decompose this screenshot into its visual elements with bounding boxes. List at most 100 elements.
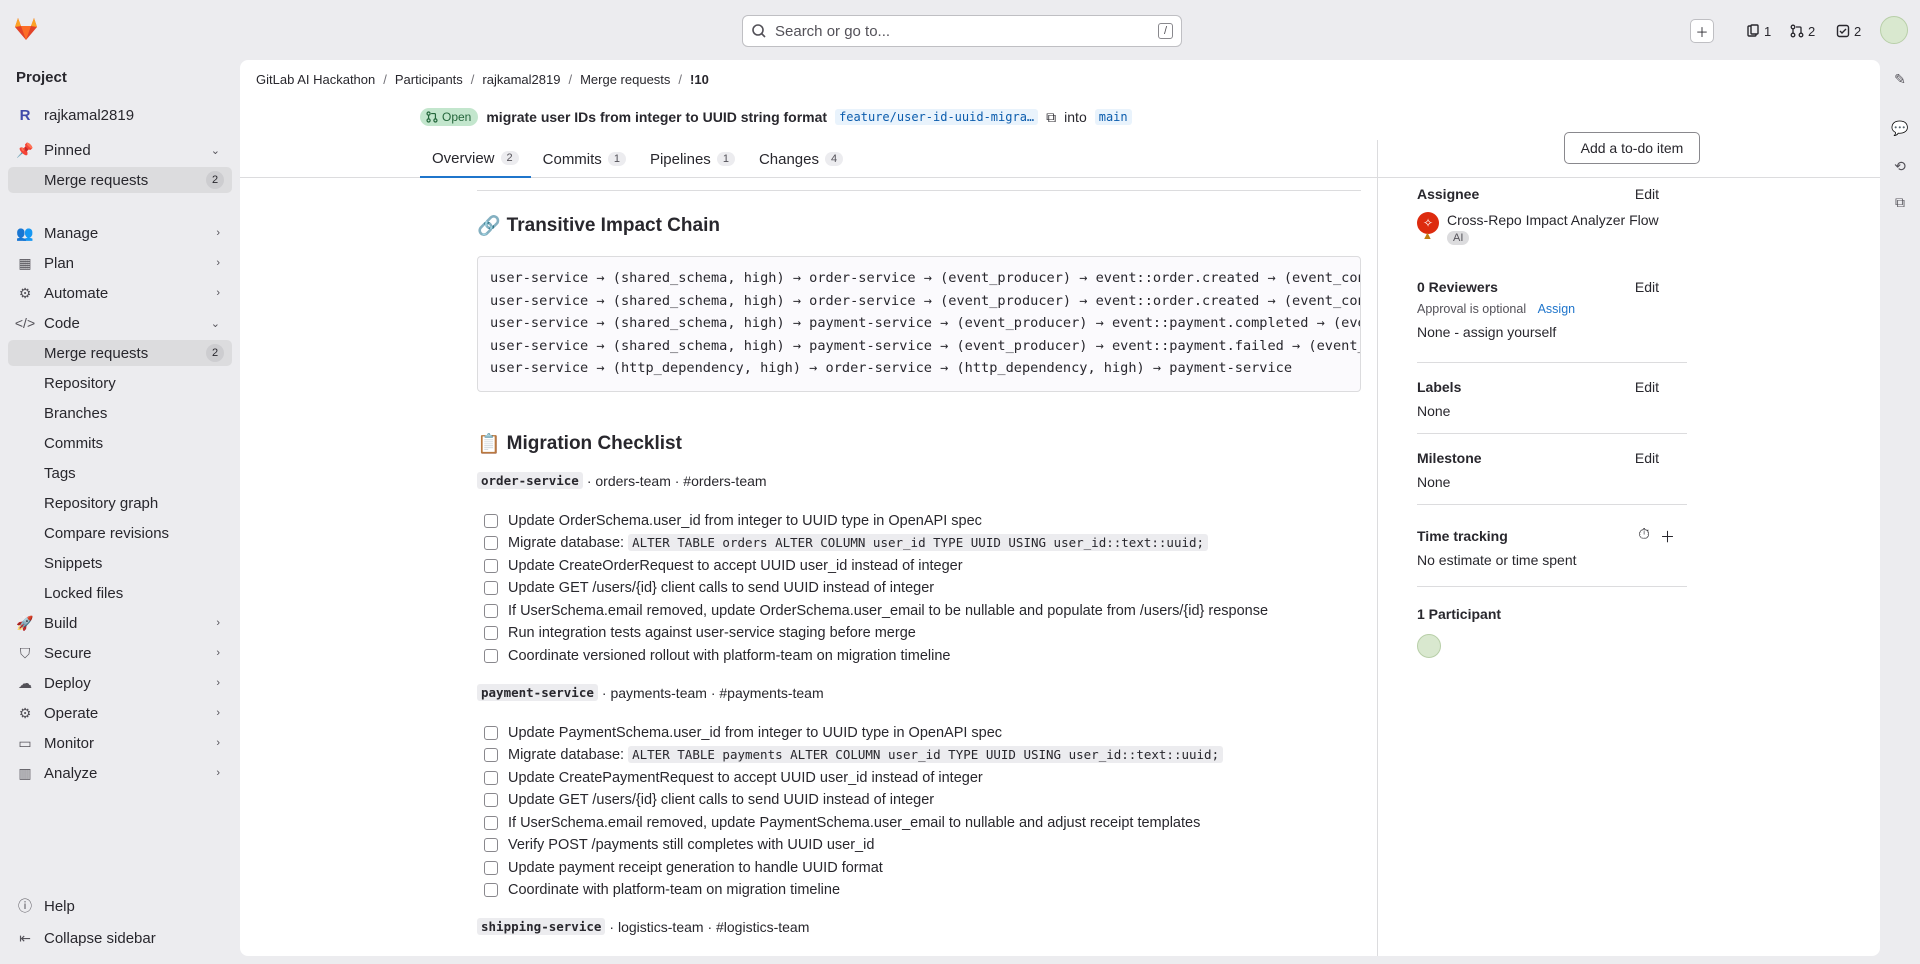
task-checkbox[interactable] — [484, 748, 498, 762]
task-checkbox[interactable] — [484, 726, 498, 740]
mr-tabs: Overview 2 Commits 1 Pipelines 1 Changes 4 — [420, 140, 855, 178]
sidebar-item-commits[interactable]: Commits — [8, 430, 232, 456]
tab-overview[interactable]: Overview 2 — [420, 140, 531, 178]
milestone-section: Milestone Edit None — [1417, 450, 1687, 490]
list-item: Update PaymentSchema.user_id from intege… — [484, 722, 1002, 744]
stopwatch-icon[interactable]: ⏱ — [1638, 526, 1650, 547]
sidebar-item-tags[interactable]: Tags — [8, 460, 232, 486]
todos-button[interactable]: 2 — [1836, 20, 1861, 42]
task-checkbox[interactable] — [484, 581, 498, 595]
sidebar-item-plan[interactable]: ▦ Plan › — [8, 250, 232, 276]
comment-icon[interactable]: 💬 — [1890, 118, 1910, 138]
mr-title: migrate user IDs from integer to UUID st… — [486, 109, 828, 125]
sidebar-item-label: Secure — [44, 644, 92, 662]
sidebar-item-automate[interactable]: ⚙ Automate › — [8, 280, 232, 306]
assign-reviewer-link[interactable]: Assign — [1538, 302, 1576, 316]
task-checkbox[interactable] — [484, 604, 498, 618]
sidebar-item-compare-revisions[interactable]: Compare revisions — [8, 520, 232, 546]
breadcrumb-item[interactable]: GitLab AI Hackathon — [256, 72, 375, 87]
task-checkbox[interactable] — [484, 838, 498, 852]
copy-icon[interactable]: ⧉ — [1046, 109, 1056, 126]
sidebar-pinned-merge-requests[interactable]: Merge requests 2 — [8, 167, 232, 193]
list-item: Coordinate versioned rollout with platfo… — [484, 645, 950, 667]
sidebar-item-branches[interactable]: Branches — [8, 400, 232, 426]
labels-edit-button[interactable]: Edit — [1635, 379, 1659, 395]
sidebar-count-badge: 2 — [206, 344, 224, 362]
breadcrumb-current[interactable]: !10 — [690, 72, 709, 87]
breadcrumb-item[interactable]: Merge requests — [580, 72, 670, 87]
merge-requests-button[interactable]: 2 — [1790, 20, 1815, 42]
link-icon: 🔗 — [477, 216, 501, 237]
sidebar-item-operate[interactable]: ⚙ Operate › — [8, 700, 232, 726]
task-checkbox[interactable] — [484, 626, 498, 640]
add-todo-button[interactable]: Add a to-do item — [1564, 132, 1700, 164]
pin-icon: 📌 — [16, 141, 34, 158]
sidebar-item-secure[interactable]: ⛉ Secure › — [8, 640, 232, 666]
add-time-icon[interactable]: ＋ — [1660, 526, 1675, 547]
task-text: If UserSchema.email removed, update Orde… — [508, 603, 1269, 619]
task-text: Run integration tests against user-servi… — [508, 625, 916, 641]
sidebar-item-snippets[interactable]: Snippets — [8, 550, 232, 576]
sidebar-item-manage[interactable]: 👥 Manage › — [8, 220, 232, 246]
sidebar-item-locked-files[interactable]: Locked files — [8, 580, 232, 606]
create-new-button[interactable]: ＋ — [1690, 19, 1714, 43]
task-checkbox[interactable] — [484, 816, 498, 830]
tab-pipelines[interactable]: Pipelines 1 — [638, 140, 747, 178]
chevron-right-icon: › — [216, 227, 220, 239]
calendar-icon: ▦ — [18, 254, 32, 271]
sidebar-item-analyze[interactable]: ▥ Analyze › — [8, 760, 232, 786]
duplicate-icon[interactable]: ⧉ — [1890, 192, 1910, 212]
sidebar-item-build[interactable]: 🚀 Build › — [8, 610, 232, 636]
chevron-right-icon: › — [216, 287, 220, 299]
participant-avatar[interactable] — [1417, 634, 1441, 658]
list-item: If UserSchema.email removed, update Paym… — [484, 812, 1200, 834]
breadcrumb-item[interactable]: rajkamal2819 — [482, 72, 560, 87]
chevron-down-icon: ⌄ — [210, 144, 220, 157]
tab-label: Commits — [542, 150, 602, 168]
edit-icon[interactable]: ✎ — [1890, 69, 1910, 89]
search-input[interactable]: Search or go to... / — [742, 15, 1182, 47]
rocket-icon: ⚙ — [18, 284, 32, 301]
reviewers-none[interactable]: None - assign yourself — [1417, 324, 1687, 340]
sidebar-project[interactable]: R rajkamal2819 — [8, 102, 232, 128]
history-icon[interactable]: ⟲ — [1890, 156, 1910, 176]
issues-button[interactable]: 1 — [1746, 20, 1771, 42]
sidebar-item-monitor[interactable]: ▭ Monitor › — [8, 730, 232, 756]
time-tracking-section: Time tracking ⏱ ＋ No estimate or time sp… — [1417, 526, 1687, 568]
assignee-name[interactable]: Cross-Repo Impact Analyzer Flow — [1447, 212, 1659, 228]
task-checkbox[interactable] — [484, 649, 498, 663]
service-team: · payments-team · #payments-team — [601, 684, 824, 701]
list-item: Update CreateOrderRequest to accept UUID… — [484, 555, 963, 577]
tab-commits[interactable]: Commits 1 — [531, 140, 638, 178]
source-branch[interactable]: feature/user-id-uuid-migra… — [835, 109, 1039, 125]
reviewers-section: 0 Reviewers Edit Approval is optional As… — [1417, 279, 1687, 340]
assignee-edit-button[interactable]: Edit — [1635, 186, 1659, 202]
task-code: ALTER TABLE payments ALTER COLUMN user_i… — [628, 746, 1224, 763]
tab-changes[interactable]: Changes 4 — [747, 140, 855, 178]
breadcrumb-item[interactable]: Participants — [395, 72, 463, 87]
collapse-sidebar-button[interactable]: ⇤ Collapse sidebar — [8, 925, 232, 951]
task-checkbox[interactable] — [484, 861, 498, 875]
help-link[interactable]: ⓘ Help — [8, 893, 232, 919]
user-avatar[interactable] — [1880, 16, 1908, 44]
task-checkbox[interactable] — [484, 559, 498, 573]
tab-count: 1 — [607, 152, 626, 166]
task-checkbox[interactable] — [484, 514, 498, 528]
sidebar-item-code[interactable]: </> Code ⌄ — [8, 310, 232, 336]
task-checkbox[interactable] — [484, 793, 498, 807]
issues-icon — [1747, 24, 1759, 37]
task-checkbox[interactable] — [484, 536, 498, 550]
sidebar-item-deploy[interactable]: ☁ Deploy › — [8, 670, 232, 696]
chevron-right-icon: › — [216, 707, 220, 719]
sidebar-item-merge-requests[interactable]: Merge requests 2 — [8, 340, 232, 366]
reviewers-edit-button[interactable]: Edit — [1635, 279, 1659, 295]
sidebar-item-label: Deploy — [44, 674, 91, 692]
sidebar-item-repository[interactable]: Repository — [8, 370, 232, 396]
task-checkbox[interactable] — [484, 883, 498, 897]
target-branch[interactable]: main — [1094, 109, 1132, 125]
milestone-edit-button[interactable]: Edit — [1635, 450, 1659, 466]
sidebar-pinned[interactable]: 📌 Pinned ⌄ — [8, 137, 232, 163]
task-checkbox[interactable] — [484, 771, 498, 785]
sidebar-item-repository-graph[interactable]: Repository graph — [8, 490, 232, 516]
gitlab-logo-icon[interactable] — [12, 15, 40, 43]
